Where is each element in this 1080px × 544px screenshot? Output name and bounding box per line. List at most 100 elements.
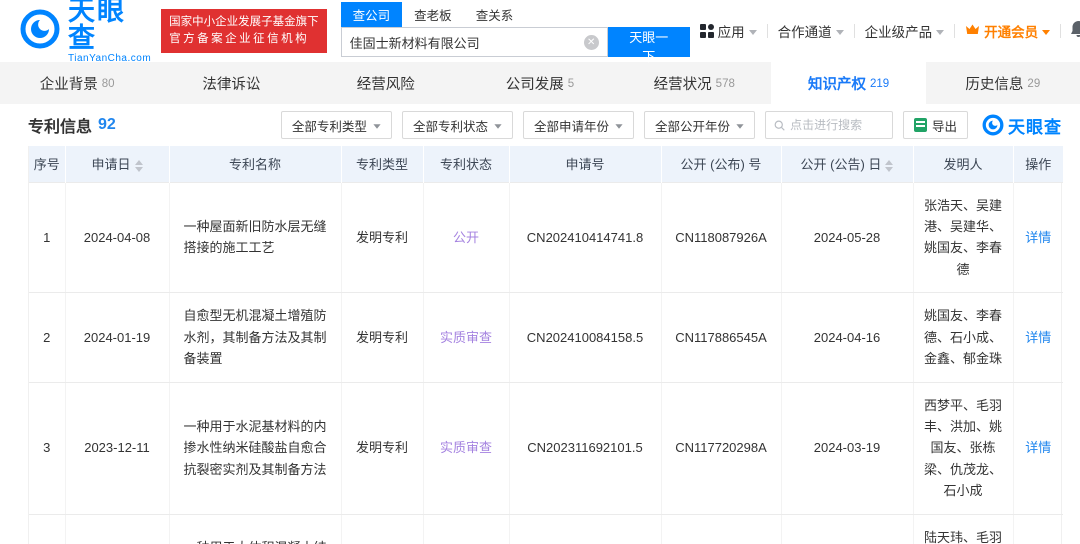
cell-type: 发明专利 — [341, 514, 424, 544]
menu-vip[interactable]: 开通会员 — [955, 21, 1060, 41]
section-title: 专利信息 — [28, 119, 93, 136]
filter-dropdown-2[interactable]: 全部申请年份 — [522, 111, 634, 139]
column-header-5: 申请号 — [509, 146, 662, 182]
column-header-0: 序号 — [29, 146, 66, 182]
cell-title: 一种用于水泥基材料的内掺水性纳米硅酸盐自愈合抗裂密实剂及其制备方法 — [169, 382, 342, 515]
column-header-2: 专利名称 — [169, 146, 342, 182]
cell-app_no: CN202311692101.5 — [509, 382, 662, 515]
cell-type: 发明专利 — [341, 382, 424, 515]
gov-certification-badge: 国家中小企业发展子基金旗下 官方备案企业征信机构 — [161, 9, 327, 53]
cell-pub_date: 2024-03-19 — [781, 382, 914, 515]
filter-label: 全部专利类型 — [291, 119, 367, 134]
cell-inventors: 张浩天、吴建港、吴建华、姚国友、李春德 — [913, 181, 1014, 294]
detail-link[interactable]: 详情 — [1025, 230, 1051, 245]
nav-tab-0[interactable]: 企业背景 80 — [0, 62, 154, 104]
logo-title: 天眼查 — [68, 0, 126, 53]
section-count: 92 — [98, 116, 116, 133]
chevron-down-icon — [1042, 29, 1051, 35]
column-header-label: 专利状态 — [439, 157, 492, 173]
cell-type: 发明专利 — [341, 292, 424, 383]
filter-label: 全部专利状态 — [412, 119, 488, 134]
nav-tab-count: 219 — [869, 77, 890, 90]
brand-watermark-label: 天眼查 — [1008, 117, 1062, 137]
menu-apps[interactable]: 应用 — [690, 21, 767, 41]
chevron-down-icon — [373, 123, 381, 129]
cell-pub_date: 2024-04-16 — [781, 292, 914, 383]
cell-status: 实质审查 — [423, 514, 510, 544]
nav-tab-label: 公司发展 — [505, 76, 564, 93]
clear-search-icon[interactable]: ✕ — [583, 34, 599, 50]
search-row: ✕ 天眼一下 — [340, 27, 690, 64]
filter-label: 全部申请年份 — [533, 119, 609, 134]
filter-dropdown-3[interactable]: 全部公开年份 — [643, 111, 755, 139]
search-tab-2[interactable]: 查关系 — [464, 2, 526, 27]
table-search-box — [764, 111, 893, 139]
chevron-down-icon — [494, 123, 502, 129]
section-nav: 企业背景 80 法律诉讼 经营风险 公司发展 5 经营状况 578 知识产权 219 历史信息 29 — [0, 62, 1080, 104]
nav-tab-1[interactable]: 法律诉讼 — [154, 62, 308, 104]
cell-pub_no: CN118087926A — [661, 181, 782, 294]
chevron-down-icon — [615, 123, 623, 129]
table-row: 42023-12-01一种用于大体积混凝土结构自防水的自密实抑温抗裂型自愈合材料… — [29, 514, 1063, 544]
filter-dropdown-1[interactable]: 全部专利状态 — [401, 111, 513, 139]
nav-tab-label: 历史信息 — [965, 76, 1024, 93]
nav-tab-5[interactable]: 知识产权 219 — [771, 62, 926, 104]
column-header-label: 操作 — [1025, 157, 1052, 173]
table-search-input[interactable] — [790, 118, 884, 132]
patent-table: 序号 申请日 专利名称 专利类型 专利状态 申请号 公开 (公布) 号公开 (公告) 日发明… — [29, 146, 1063, 544]
column-header-label: 公开 (公告) 日 — [800, 157, 882, 173]
menu-cooperation[interactable]: 合作通道 — [768, 21, 854, 41]
sort-icon — [885, 159, 894, 172]
nav-tab-count: 5 — [567, 77, 575, 90]
tianyancha-logo[interactable]: 天眼查 TianYanCha.com — [20, 0, 151, 64]
cell-seq: 2 — [29, 292, 66, 383]
nav-tab-3[interactable]: 公司发展 5 — [463, 62, 617, 104]
nav-tab-4[interactable]: 经营状况 578 — [617, 62, 771, 104]
nav-tab-label: 法律诉讼 — [202, 76, 261, 93]
search-button[interactable]: 天眼一下 — [607, 27, 690, 64]
cell-action: 详情 — [1013, 181, 1063, 294]
cell-seq: 3 — [29, 382, 66, 515]
tianyancha-mini-icon — [982, 114, 1004, 136]
column-header-9: 操作 — [1013, 146, 1063, 182]
search-area: 查公司查老板查关系 ✕ 天眼一下 — [340, 2, 690, 64]
cell-status: 实质审查 — [423, 292, 510, 383]
cell-apply_date: 2024-04-08 — [65, 181, 170, 294]
filter-dropdown-0[interactable]: 全部专利类型 — [280, 111, 392, 139]
top-right-menu: 应用 合作通道 企业级产品 开通会员 — [690, 15, 1080, 48]
logo-text: 天眼查 TianYanCha.com — [68, 0, 151, 64]
cell-seq: 1 — [29, 181, 66, 294]
filter-buttons: 全部专利类型 全部专利状态 全部申请年份 全部公开年份 — [280, 111, 755, 139]
menu-enterprise[interactable]: 企业级产品 — [855, 21, 955, 41]
search-tab-0[interactable]: 查公司 — [340, 2, 403, 27]
cell-inventors: 西梦平、毛羽丰、洪加、姚国友、张栋梁、仇茂龙、石小成 — [913, 382, 1014, 515]
column-header-label: 发明人 — [943, 157, 983, 173]
cell-pub_no: CN117720298A — [661, 382, 782, 515]
sort-icon — [134, 159, 143, 172]
column-header-label: 申请号 — [565, 157, 605, 173]
cell-type: 发明专利 — [341, 181, 424, 294]
detail-link[interactable]: 详情 — [1025, 440, 1051, 455]
patent-toolbar: 专利信息 92 全部专利类型 全部专利状态 全部申请年份 全部公开年份 导出 — [0, 104, 1080, 146]
table-row: 3 2023-12-11 一种用于水泥基材料的内掺水性纳米硅酸盐自愈合抗裂密实剂及其… — [29, 382, 1063, 515]
column-header-1[interactable]: 申请日 — [65, 146, 170, 182]
detail-link[interactable]: 详情 — [1025, 330, 1051, 345]
crown-icon — [965, 23, 980, 39]
cell-apply_date: 2023-12-01 — [65, 514, 170, 544]
tianyancha-logo-icon — [20, 9, 60, 54]
cell-title: 自愈型无机混凝土增殖防水剂，其制备方法及其制备装置 — [169, 292, 342, 383]
cell-pub_date: 2024-03-08 — [781, 514, 914, 544]
chevron-down-icon — [936, 29, 945, 35]
tianyancha-patent-page: 天眼查 TianYanCha.com 国家中小企业发展子基金旗下 官方备案企业征… — [0, 0, 1080, 544]
nav-tab-2[interactable]: 经营风险 — [309, 62, 463, 104]
search-tab-1[interactable]: 查老板 — [402, 2, 464, 27]
gov-badge-line2: 官方备案企业征信机构 — [169, 33, 310, 45]
column-header-7[interactable]: 公开 (公告) 日 — [781, 146, 914, 182]
nav-tab-label: 企业背景 — [39, 76, 98, 93]
gov-badge-line1: 国家中小企业发展子基金旗下 — [169, 16, 319, 29]
column-header-label: 专利类型 — [355, 157, 408, 173]
export-button[interactable]: 导出 — [902, 111, 968, 139]
company-search-input[interactable] — [349, 34, 584, 50]
nav-tab-6[interactable]: 历史信息 29 — [926, 62, 1080, 104]
notification-bell-icon[interactable] — [1061, 19, 1080, 44]
